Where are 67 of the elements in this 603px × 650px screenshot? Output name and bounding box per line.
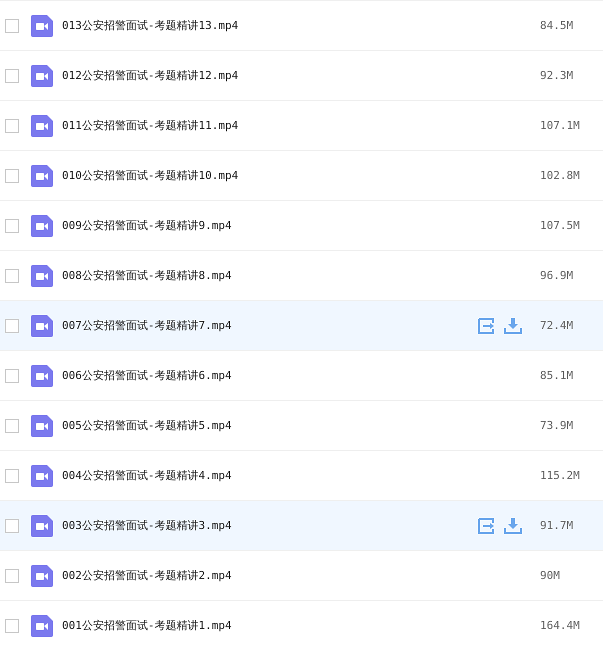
checkbox[interactable] bbox=[5, 268, 19, 282]
checkbox[interactable] bbox=[5, 568, 19, 582]
file-name[interactable]: 004公安招警面试-考题精讲4.mp4 bbox=[62, 468, 522, 483]
file-name[interactable]: 012公安招警面试-考题精讲12.mp4 bbox=[62, 68, 522, 83]
file-row[interactable]: 005公安招警面试-考题精讲5.mp4 73.9M bbox=[0, 400, 603, 450]
checkbox[interactable] bbox=[5, 618, 19, 632]
checkbox[interactable] bbox=[5, 18, 19, 32]
file-row[interactable]: 009公安招警面试-考题精讲9.mp4 107.5M bbox=[0, 200, 603, 250]
file-name[interactable]: 009公安招警面试-考题精讲9.mp4 bbox=[62, 218, 522, 233]
download-icon[interactable] bbox=[504, 318, 522, 334]
checkbox[interactable] bbox=[5, 118, 19, 132]
file-size: 73.9M bbox=[540, 419, 574, 432]
checkbox[interactable] bbox=[5, 368, 19, 382]
file-row[interactable]: 006公安招警面试-考题精讲6.mp4 85.1M bbox=[0, 350, 603, 400]
video-file-icon bbox=[31, 514, 53, 536]
file-name[interactable]: 002公安招警面试-考题精讲2.mp4 bbox=[62, 568, 522, 583]
file-row[interactable]: 010公安招警面试-考题精讲10.mp4 102.8M bbox=[0, 150, 603, 200]
video-file-icon bbox=[31, 64, 53, 86]
video-file-icon bbox=[31, 564, 53, 586]
file-row[interactable]: 012公安招警面试-考题精讲12.mp4 92.3M bbox=[0, 50, 603, 100]
video-file-icon bbox=[31, 414, 53, 436]
file-name[interactable]: 013公安招警面试-考题精讲13.mp4 bbox=[62, 18, 522, 33]
video-file-icon bbox=[31, 264, 53, 286]
file-name[interactable]: 007公安招警面试-考题精讲7.mp4 bbox=[62, 318, 478, 333]
checkbox[interactable] bbox=[5, 68, 19, 82]
file-name[interactable]: 010公安招警面试-考题精讲10.mp4 bbox=[62, 168, 522, 183]
file-name[interactable]: 008公安招警面试-考题精讲8.mp4 bbox=[62, 268, 522, 283]
file-size: 92.3M bbox=[540, 69, 574, 82]
move-icon[interactable] bbox=[478, 518, 496, 534]
file-name[interactable]: 005公安招警面试-考题精讲5.mp4 bbox=[62, 418, 522, 433]
video-file-icon bbox=[31, 114, 53, 136]
video-file-icon bbox=[31, 14, 53, 36]
file-row[interactable]: 001公安招警面试-考题精讲1.mp4 164.4M bbox=[0, 600, 603, 650]
checkbox[interactable] bbox=[5, 518, 19, 532]
video-file-icon bbox=[31, 164, 53, 186]
file-name[interactable]: 011公安招警面试-考题精讲11.mp4 bbox=[62, 118, 522, 133]
checkbox[interactable] bbox=[5, 468, 19, 482]
video-file-icon bbox=[31, 214, 53, 236]
file-size: 84.5M bbox=[540, 19, 574, 32]
move-icon[interactable] bbox=[478, 318, 496, 334]
checkbox[interactable] bbox=[5, 218, 19, 232]
file-size: 72.4M bbox=[540, 319, 574, 332]
file-size: 115.2M bbox=[540, 469, 581, 482]
file-size: 164.4M bbox=[540, 619, 581, 632]
video-file-icon bbox=[31, 464, 53, 486]
file-size: 90M bbox=[540, 569, 561, 582]
file-name[interactable]: 006公安招警面试-考题精讲6.mp4 bbox=[62, 368, 522, 383]
file-size: 96.9M bbox=[540, 269, 574, 282]
file-row[interactable]: 007公安招警面试-考题精讲7.mp4 72.4M bbox=[0, 300, 603, 350]
file-size: 102.8M bbox=[540, 169, 581, 182]
file-size: 85.1M bbox=[540, 369, 574, 382]
file-size: 107.1M bbox=[540, 119, 581, 132]
checkbox[interactable] bbox=[5, 418, 19, 432]
checkbox[interactable] bbox=[5, 318, 19, 332]
download-icon[interactable] bbox=[504, 518, 522, 534]
video-file-icon bbox=[31, 614, 53, 636]
file-size: 91.7M bbox=[540, 519, 574, 532]
file-size: 107.5M bbox=[540, 219, 581, 232]
checkbox[interactable] bbox=[5, 168, 19, 182]
file-row[interactable]: 011公安招警面试-考题精讲11.mp4 107.1M bbox=[0, 100, 603, 150]
file-row[interactable]: 002公安招警面试-考题精讲2.mp4 90M bbox=[0, 550, 603, 600]
file-row[interactable]: 003公安招警面试-考题精讲3.mp4 91.7M bbox=[0, 500, 603, 550]
video-file-icon bbox=[31, 314, 53, 336]
video-file-icon bbox=[31, 364, 53, 386]
file-name[interactable]: 003公安招警面试-考题精讲3.mp4 bbox=[62, 518, 478, 533]
file-row[interactable]: 013公安招警面试-考题精讲13.mp4 84.5M bbox=[0, 0, 603, 50]
file-name[interactable]: 001公安招警面试-考题精讲1.mp4 bbox=[62, 618, 522, 633]
